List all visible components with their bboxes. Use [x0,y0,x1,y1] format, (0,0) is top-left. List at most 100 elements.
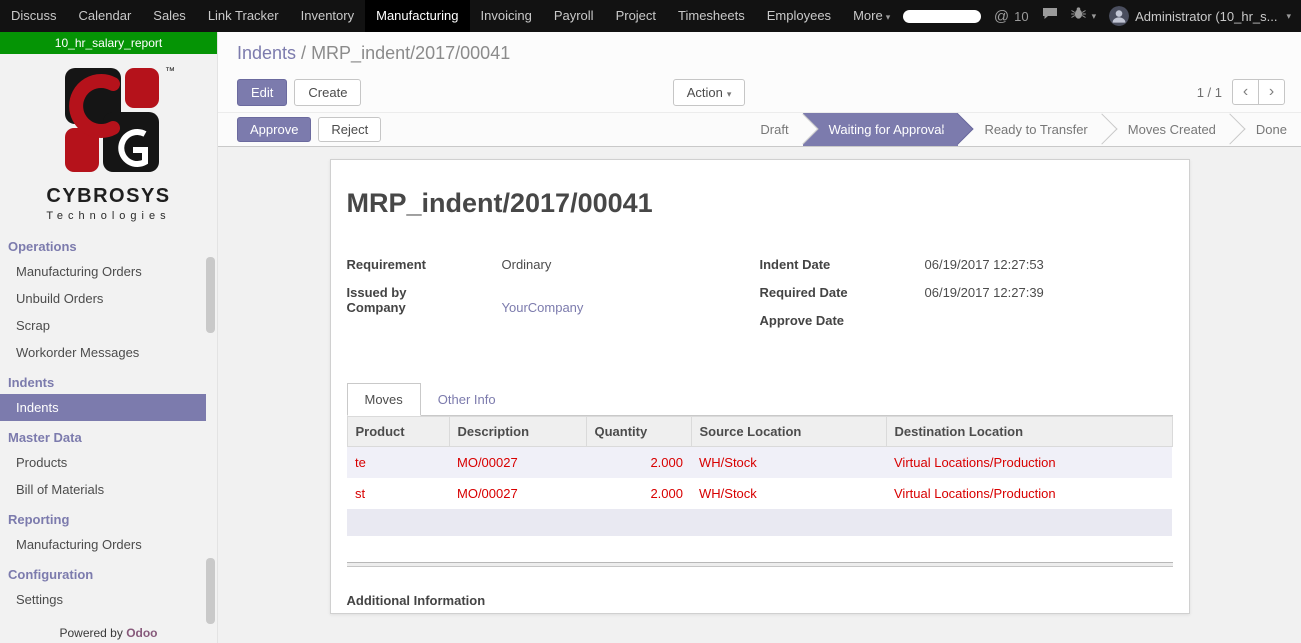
pager-counter: 1 / 1 [1197,85,1222,100]
tab-moves[interactable]: Moves [347,383,421,416]
breadcrumb-current: MRP_indent/2017/00041 [311,43,510,63]
status-waiting-for-approval[interactable]: Waiting for Approval [803,113,959,146]
app-menus: Discuss Calendar Sales Link Tracker Inve… [0,0,901,32]
edit-button[interactable]: Edit [237,79,287,106]
trademark-symbol: ™ [165,66,175,77]
breadcrumb-indents[interactable]: Indents [237,43,296,63]
topbar-systray: @10 ▾ Administrator (10_hr_s... ▾ [903,0,1301,32]
field-value-requirement: Ordinary [502,257,552,272]
sidebar-item-manufacturing-orders-report[interactable]: Manufacturing Orders [0,531,206,558]
sidebar-item-indents[interactable]: Indents [0,394,206,421]
field-label-approve-date: Approve Date [760,313,925,328]
cell-destination-location: Virtual Locations/Production [886,478,1172,509]
menu-sales[interactable]: Sales [142,0,197,32]
tab-other-info[interactable]: Other Info [421,383,513,416]
scrollbar-thumb[interactable] [206,257,215,333]
sidebar-heading-master-data: Master Data [0,421,206,449]
bug-icon [1071,7,1086,25]
menu-link-tracker[interactable]: Link Tracker [197,0,290,32]
user-name: Administrator (10_hr_s... [1135,9,1277,24]
cell-product: te [347,447,449,479]
menu-inventory[interactable]: Inventory [290,0,365,32]
sidebar-item-scrap[interactable]: Scrap [0,312,206,339]
sidebar-heading-reporting: Reporting [0,503,206,531]
cybrosys-logo-icon [51,66,167,174]
form-sheet: MRP_indent/2017/00041 Requirement Ordina… [330,159,1190,614]
action-menu-button[interactable]: Action▾ [673,79,746,106]
pager-previous-button[interactable]: ‹ [1232,79,1259,105]
main-content: Indents/MRP_indent/2017/00041 Edit Creat… [218,32,1301,643]
table-row[interactable]: te MO/00027 2.000 WH/Stock Virtual Locat… [347,447,1172,479]
status-draft[interactable]: Draft [742,113,802,146]
scrollbar-thumb[interactable] [206,558,215,624]
sidebar-heading-indents: Indents [0,366,206,394]
notebook-tabs: Moves Other Info [347,383,1173,416]
at-icon: @ [994,8,1009,25]
menu-more[interactable]: More▾ [842,0,901,32]
menu-calendar[interactable]: Calendar [68,0,143,32]
pager-next-button[interactable]: › [1258,79,1285,105]
field-label-requirement: Requirement [347,257,502,272]
debug-menu-button[interactable]: ▾ [1071,7,1097,25]
breadcrumb: Indents/MRP_indent/2017/00041 [218,32,1301,76]
menu-timesheets[interactable]: Timesheets [667,0,756,32]
cell-destination-location: Virtual Locations/Production [886,447,1172,479]
sidebar-nav: Operations Manufacturing Orders Unbuild … [0,230,206,613]
cell-product: st [347,478,449,509]
form-view-area: MRP_indent/2017/00041 Requirement Ordina… [218,147,1301,643]
additional-information-heading: Additional Information [347,593,1173,608]
create-button[interactable]: Create [294,79,361,106]
subscription-pill[interactable] [903,10,981,23]
user-menu[interactable]: Administrator (10_hr_s... ▾ [1109,6,1291,26]
chevron-down-icon: ▾ [1092,11,1097,22]
company-logo: ™ CYBROSYS Technologies [0,54,217,222]
status-ready-to-transfer[interactable]: Ready to Transfer [958,113,1101,146]
menu-discuss[interactable]: Discuss [0,0,68,32]
messages-button[interactable] [1042,7,1058,25]
menu-employees[interactable]: Employees [756,0,842,32]
mention-counter[interactable]: @10 [994,8,1029,25]
mention-count: 10 [1014,9,1028,24]
field-value-indent-date: 06/19/2017 12:27:53 [925,257,1044,272]
chevron-down-icon: ▾ [886,12,891,22]
table-header-row: Product Description Quantity Source Loca… [347,417,1172,447]
cell-description: MO/00027 [449,447,586,479]
field-label-indent-date: Indent Date [760,257,925,272]
separator [347,562,1173,567]
odoo-link[interactable]: Odoo [126,626,157,640]
table-row[interactable]: st MO/00027 2.000 WH/Stock Virtual Locat… [347,478,1172,509]
field-label-required-date: Required Date [760,285,925,300]
moves-table: Product Description Quantity Source Loca… [347,416,1173,536]
menu-manufacturing[interactable]: Manufacturing [365,0,469,32]
status-moves-created[interactable]: Moves Created [1102,113,1230,146]
chat-bubble-icon [1042,7,1058,25]
approve-button[interactable]: Approve [237,117,311,142]
sidebar-item-products[interactable]: Products [0,449,206,476]
sidebar-item-workorder-messages[interactable]: Workorder Messages [0,339,206,366]
menu-invoicing[interactable]: Invoicing [470,0,543,32]
field-value-issued-by-company[interactable]: YourCompany [502,300,584,315]
control-panel: Edit Create Action▾ 1 / 1 ‹ › [218,76,1301,112]
brand-name: CYBROSYS [0,185,217,208]
field-label-issued-by-company: Issued by Company [347,285,502,315]
top-navbar: Discuss Calendar Sales Link Tracker Inve… [0,0,1301,32]
column-product: Product [347,417,449,447]
menu-payroll[interactable]: Payroll [543,0,605,32]
reject-button[interactable]: Reject [318,117,381,142]
cell-source-location: WH/Stock [691,447,886,479]
chevron-down-icon: ▾ [1286,11,1291,22]
sidebar-heading-operations: Operations [0,230,206,258]
sidebar-item-unbuild-orders[interactable]: Unbuild Orders [0,285,206,312]
powered-by: Powered by Odoo [0,626,217,640]
cell-source-location: WH/Stock [691,478,886,509]
sidebar-item-manufacturing-orders[interactable]: Manufacturing Orders [0,258,206,285]
status-pipeline: Draft Waiting for Approval Ready to Tran… [742,113,1301,146]
field-value-required-date: 06/19/2017 12:27:39 [925,285,1044,300]
column-description: Description [449,417,586,447]
chevron-down-icon: ▾ [727,89,732,99]
sidebar-item-bill-of-materials[interactable]: Bill of Materials [0,476,206,503]
menu-project[interactable]: Project [605,0,667,32]
sidebar-item-settings[interactable]: Settings [0,586,206,613]
breadcrumb-separator: / [301,43,306,63]
sidebar: 10_hr_salary_report ™ CYBROSYS Technolog… [0,32,218,643]
